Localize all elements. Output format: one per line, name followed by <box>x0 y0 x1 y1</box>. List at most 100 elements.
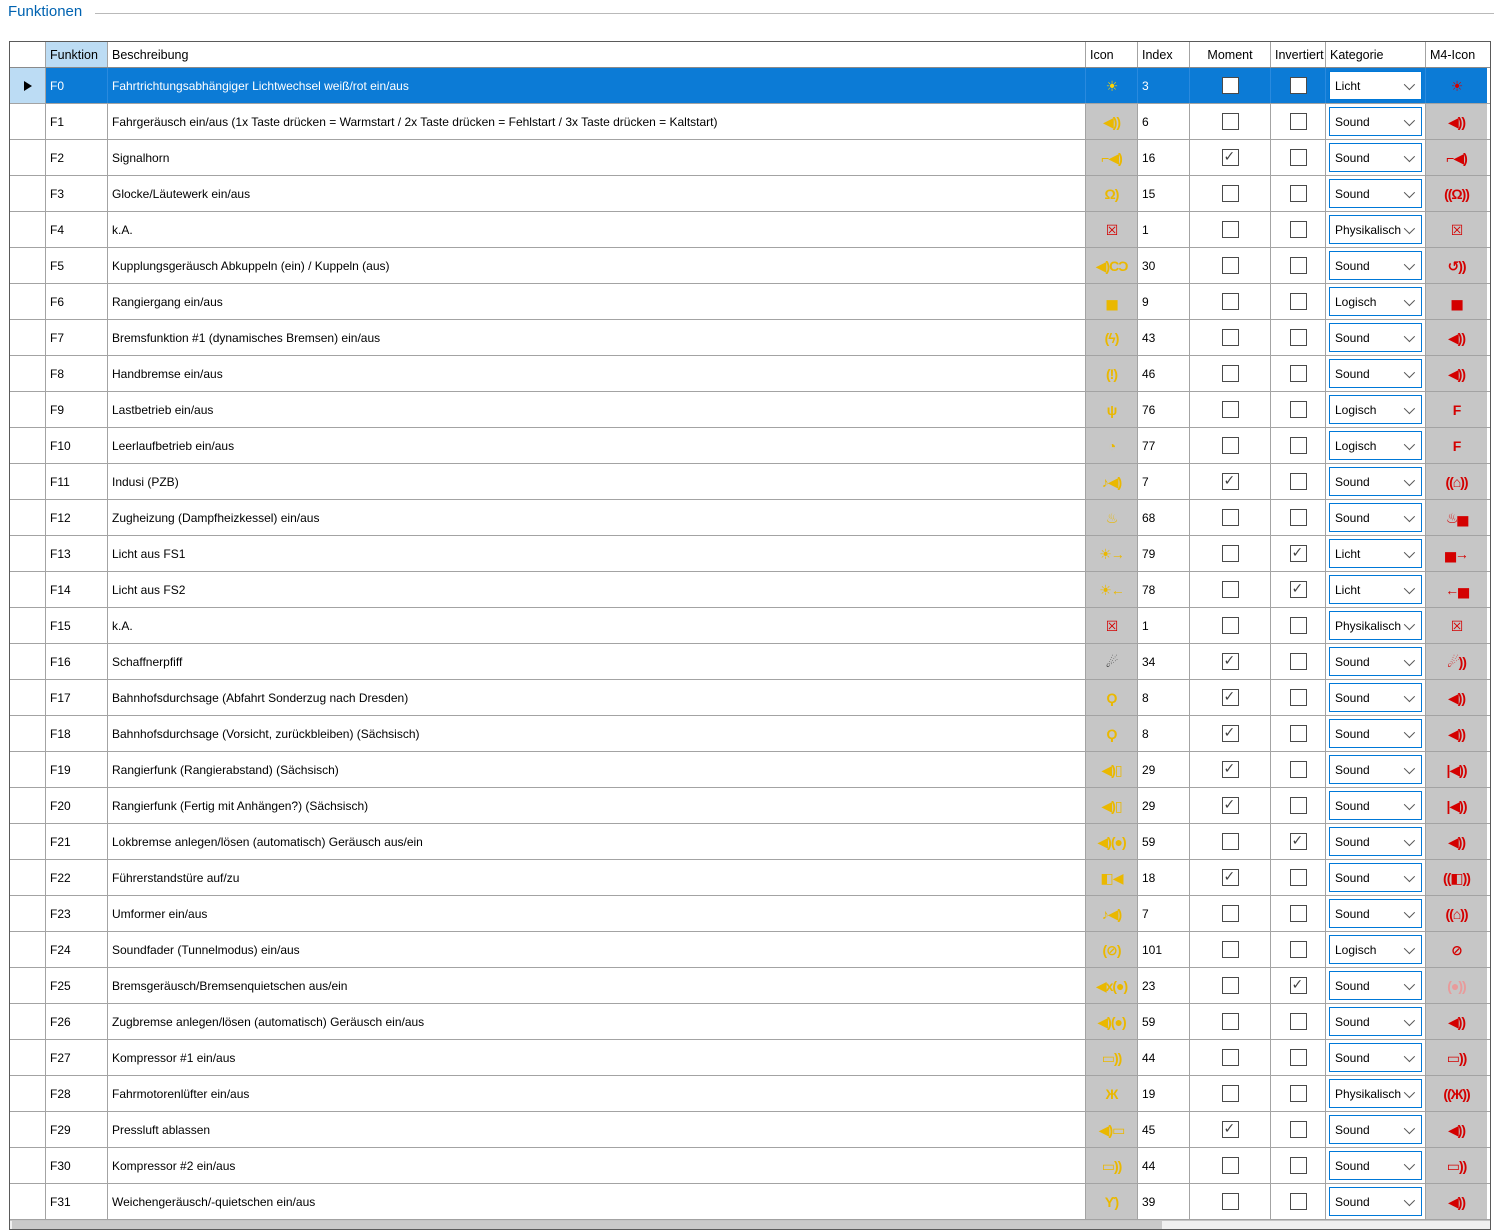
column-header-invertiert[interactable]: Invertiert <box>1271 42 1326 67</box>
index-cell[interactable]: 59 <box>1138 824 1190 859</box>
moment-checkbox[interactable] <box>1222 761 1239 778</box>
moment-checkbox[interactable] <box>1222 113 1239 130</box>
funktion-cell[interactable]: F12 <box>46 500 108 535</box>
kategorie-dropdown[interactable]: Licht <box>1329 71 1422 100</box>
beschreibung-cell[interactable]: Schaffnerpfiff <box>108 644 1086 679</box>
kategorie-dropdown[interactable]: Sound <box>1329 179 1422 208</box>
moment-checkbox[interactable] <box>1222 221 1239 238</box>
index-cell[interactable]: 44 <box>1138 1040 1190 1075</box>
moment-checkbox[interactable] <box>1222 689 1239 706</box>
funktion-cell[interactable]: F28 <box>46 1076 108 1111</box>
table-row[interactable]: F12 Zugheizung (Dampfheizkessel) ein/aus… <box>10 500 1490 536</box>
beschreibung-cell[interactable]: Licht aus FS1 <box>108 536 1086 571</box>
index-cell[interactable]: 6 <box>1138 104 1190 139</box>
funktion-cell[interactable]: F31 <box>46 1184 108 1219</box>
table-row[interactable]: F1 Fahrgeräusch ein/aus (1x Taste drücke… <box>10 104 1490 140</box>
index-cell[interactable]: 68 <box>1138 500 1190 535</box>
row-selector-cell[interactable] <box>10 788 46 823</box>
column-header-beschreibung[interactable]: Beschreibung <box>108 42 1086 67</box>
moment-checkbox[interactable] <box>1222 1157 1239 1174</box>
index-cell[interactable]: 43 <box>1138 320 1190 355</box>
table-row[interactable]: F10 Leerlaufbetrieb ein/aus ◔ 77 Logisch… <box>10 428 1490 464</box>
row-selector-cell[interactable] <box>10 680 46 715</box>
table-row[interactable]: F0 Fahrtrichtungsabhängiger Lichtwechsel… <box>10 68 1490 104</box>
row-selector-cell[interactable] <box>10 572 46 607</box>
row-selector-cell[interactable] <box>10 752 46 787</box>
invertiert-checkbox[interactable] <box>1290 545 1307 562</box>
invertiert-checkbox[interactable] <box>1290 725 1307 742</box>
funktion-cell[interactable]: F25 <box>46 968 108 1003</box>
moment-checkbox[interactable] <box>1222 293 1239 310</box>
kategorie-dropdown[interactable]: Physikalisch <box>1329 215 1422 244</box>
index-cell[interactable]: 15 <box>1138 176 1190 211</box>
index-cell[interactable]: 18 <box>1138 860 1190 895</box>
invertiert-checkbox[interactable] <box>1290 293 1307 310</box>
funktion-cell[interactable]: F30 <box>46 1148 108 1183</box>
invertiert-checkbox[interactable] <box>1290 77 1307 94</box>
beschreibung-cell[interactable]: Kompressor #2 ein/aus <box>108 1148 1086 1183</box>
kategorie-dropdown[interactable]: Physikalisch <box>1329 1079 1422 1108</box>
table-row[interactable]: F13 Licht aus FS1 ☀→ 79 Licht ▅→ <box>10 536 1490 572</box>
kategorie-dropdown[interactable]: Sound <box>1329 359 1422 388</box>
kategorie-dropdown[interactable]: Sound <box>1329 755 1422 784</box>
column-header-kategorie[interactable]: Kategorie <box>1326 42 1426 67</box>
beschreibung-cell[interactable]: Zugbremse anlegen/lösen (automatisch) Ge… <box>108 1004 1086 1039</box>
beschreibung-cell[interactable]: Fahrgeräusch ein/aus (1x Taste drücken =… <box>108 104 1086 139</box>
table-row[interactable]: F26 Zugbremse anlegen/lösen (automatisch… <box>10 1004 1490 1040</box>
index-cell[interactable]: 3 <box>1138 68 1190 103</box>
beschreibung-cell[interactable]: Fahrmotorenlüfter ein/aus <box>108 1076 1086 1111</box>
invertiert-checkbox[interactable] <box>1290 833 1307 850</box>
kategorie-dropdown[interactable]: Physikalisch <box>1329 611 1422 640</box>
row-selector-cell[interactable] <box>10 68 46 103</box>
funktion-cell[interactable]: F10 <box>46 428 108 463</box>
moment-checkbox[interactable] <box>1222 437 1239 454</box>
row-selector-cell[interactable] <box>10 1040 46 1075</box>
funktion-cell[interactable]: F4 <box>46 212 108 247</box>
moment-checkbox[interactable] <box>1222 725 1239 742</box>
moment-checkbox[interactable] <box>1222 905 1239 922</box>
moment-checkbox[interactable] <box>1222 365 1239 382</box>
index-cell[interactable]: 1 <box>1138 608 1190 643</box>
moment-checkbox[interactable] <box>1222 77 1239 94</box>
table-row[interactable]: F4 k.A. ☒ 1 Physikalisch ☒ <box>10 212 1490 248</box>
invertiert-checkbox[interactable] <box>1290 473 1307 490</box>
funktion-cell[interactable]: F20 <box>46 788 108 823</box>
funktion-cell[interactable]: F16 <box>46 644 108 679</box>
row-selector-cell[interactable] <box>10 716 46 751</box>
invertiert-checkbox[interactable] <box>1290 401 1307 418</box>
beschreibung-cell[interactable]: Bremsgeräusch/Bremsenquietschen aus/ein <box>108 968 1086 1003</box>
moment-checkbox[interactable] <box>1222 833 1239 850</box>
table-row[interactable]: F28 Fahrmotorenlüfter ein/aus Ж 19 Physi… <box>10 1076 1490 1112</box>
moment-checkbox[interactable] <box>1222 941 1239 958</box>
table-row[interactable]: F30 Kompressor #2 ein/aus ▭)) 44 Sound ▭… <box>10 1148 1490 1184</box>
kategorie-dropdown[interactable]: Sound <box>1329 791 1422 820</box>
row-selector-cell[interactable] <box>10 428 46 463</box>
invertiert-checkbox[interactable] <box>1290 761 1307 778</box>
column-header-m4-icon[interactable]: M4-Icon <box>1426 42 1487 67</box>
table-row[interactable]: F14 Licht aus FS2 ☀← 78 Licht ←▅ <box>10 572 1490 608</box>
table-row[interactable]: F29 Pressluft ablassen ◀)▭ 45 Sound ◀)) <box>10 1112 1490 1148</box>
beschreibung-cell[interactable]: Weichengeräusch/-quietschen ein/aus <box>108 1184 1086 1219</box>
funktion-cell[interactable]: F27 <box>46 1040 108 1075</box>
row-selector-cell[interactable] <box>10 464 46 499</box>
funktion-cell[interactable]: F22 <box>46 860 108 895</box>
row-selector-cell[interactable] <box>10 644 46 679</box>
kategorie-dropdown[interactable]: Sound <box>1329 251 1422 280</box>
table-row[interactable]: F27 Kompressor #1 ein/aus ▭)) 44 Sound ▭… <box>10 1040 1490 1076</box>
beschreibung-cell[interactable]: Kupplungsgeräusch Abkuppeln (ein) / Kupp… <box>108 248 1086 283</box>
column-header-funktion[interactable]: Funktion <box>46 42 108 67</box>
row-selector-cell[interactable] <box>10 248 46 283</box>
row-selector-cell[interactable] <box>10 104 46 139</box>
funktion-cell[interactable]: F5 <box>46 248 108 283</box>
kategorie-dropdown[interactable]: Sound <box>1329 1187 1422 1216</box>
funktion-cell[interactable]: F24 <box>46 932 108 967</box>
index-cell[interactable]: 39 <box>1138 1184 1190 1219</box>
horizontal-scrollbar[interactable] <box>10 1220 1490 1229</box>
table-row[interactable]: F8 Handbremse ein/aus (!) 46 Sound ◀)) <box>10 356 1490 392</box>
funktion-cell[interactable]: F13 <box>46 536 108 571</box>
column-header-moment[interactable]: Moment <box>1190 42 1271 67</box>
kategorie-dropdown[interactable]: Sound <box>1329 107 1422 136</box>
index-cell[interactable]: 29 <box>1138 788 1190 823</box>
kategorie-dropdown[interactable]: Sound <box>1329 899 1422 928</box>
moment-checkbox[interactable] <box>1222 545 1239 562</box>
